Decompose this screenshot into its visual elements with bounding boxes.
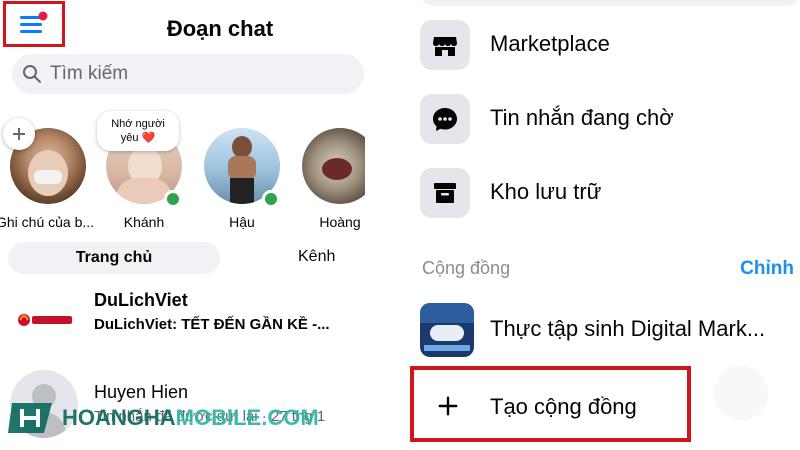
community-section-title: Cộng đồng <box>422 258 511 278</box>
story-item[interactable]: Hoàng <box>300 128 365 230</box>
note-bubble[interactable]: Nhớ người yêu ❤️ <box>97 111 179 151</box>
community-avatar[interactable] <box>420 303 474 357</box>
menu-item-message-requests[interactable]: Tin nhắn đang chờ <box>420 94 800 144</box>
dulichviet-logo-icon <box>18 314 72 326</box>
story-item[interactable]: Hậu <box>202 128 282 230</box>
chat-preview: DuLichViet: TẾT ĐẾN GẦN KỀ -... <box>94 316 330 333</box>
chat-bubble-icon <box>420 94 470 144</box>
watermark-text-part1: HOANGHA <box>62 405 176 430</box>
story-name: Khánh <box>123 214 165 230</box>
faded-button <box>714 366 768 420</box>
search-icon <box>23 65 41 83</box>
story-name: Hậu <box>229 214 255 230</box>
menu-item-label: Tin nhắn đang chờ <box>490 105 674 130</box>
hoanghamobile-logo-icon <box>8 403 52 433</box>
screenshot: Đoạn chat Tìm kiếm Nhớ người yêu ❤️ Ghi … <box>0 0 800 450</box>
story-name: Ghi chú của b... <box>0 214 95 230</box>
online-indicator <box>262 190 280 208</box>
settings-menu-pane: Marketplace Tin nhắn đang chờ Kho lưu tr… <box>410 0 800 450</box>
watermark: HOANGHA MOBILE.COM <box>8 398 319 438</box>
menu-item-marketplace[interactable]: Marketplace <box>420 20 800 70</box>
search-placeholder: Tìm kiếm <box>50 63 129 84</box>
search-input[interactable]: Tìm kiếm <box>12 54 364 94</box>
archive-icon <box>420 168 470 218</box>
plus-icon <box>426 384 470 428</box>
chats-pane: Đoạn chat Tìm kiếm Nhớ người yêu ❤️ Ghi … <box>0 0 365 450</box>
avatar <box>10 286 78 354</box>
create-community-label: Tạo cộng đồng <box>490 394 637 419</box>
note-text-line1: Nhớ người <box>111 118 165 130</box>
create-community-button[interactable]: Tạo cộng đồng <box>410 366 691 442</box>
story-name: Hoàng <box>319 214 361 230</box>
divider <box>365 0 410 450</box>
chat-list-item[interactable]: DuLichViet DuLichViet: TẾT ĐẾN GẦN KỀ -.… <box>10 286 365 354</box>
tab-channels[interactable]: Kênh <box>298 248 335 266</box>
plus-icon <box>13 128 25 140</box>
tab-home[interactable]: Trang chủ <box>8 242 220 274</box>
add-note-button[interactable] <box>3 118 35 150</box>
menu-item-label: Kho lưu trữ <box>490 179 602 204</box>
menu-item-archive[interactable]: Kho lưu trữ <box>420 168 800 218</box>
avatar <box>302 128 365 204</box>
menu-item-label: Marketplace <box>490 31 610 56</box>
chat-tabs: Trang chủ Kênh <box>8 242 365 274</box>
chat-name: DuLichViet <box>94 290 188 310</box>
watermark-text-part2: MOBILE.COM <box>175 405 319 430</box>
note-text-line2: yêu ❤️ <box>120 132 156 144</box>
online-indicator <box>164 190 182 208</box>
marketplace-icon <box>420 20 470 70</box>
edit-communities-button[interactable]: Chỉnh <box>740 258 794 280</box>
community-name[interactable]: Thực tập sinh Digital Mark... <box>490 316 765 342</box>
previous-item-edge <box>420 0 800 6</box>
page-title: Đoạn chat <box>166 16 274 41</box>
